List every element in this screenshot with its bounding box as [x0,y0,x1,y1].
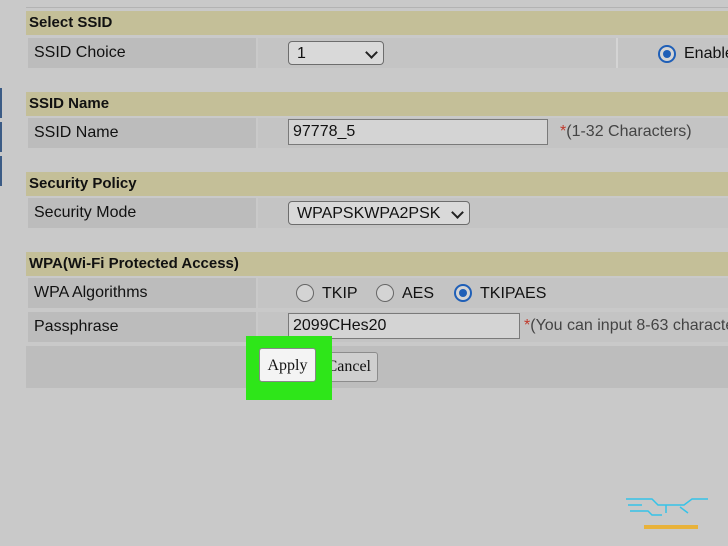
row-ssid-choice: SSID Choice 1 Enable [26,38,728,70]
section-header-wpa: WPA(Wi-Fi Protected Access) [26,252,728,276]
tkipaes-label: TKIPAES [480,285,547,302]
logo-icon [626,498,708,529]
ssid-name-hint: *(1-32 Characters) [560,118,692,146]
security-mode-select[interactable]: WPAPSKWPA2PSK [288,201,470,225]
aes-radio[interactable] [376,284,394,302]
top-divider [26,0,728,8]
ssid-choice-value: 1 [297,45,306,62]
enable-label: Enable [684,45,728,62]
security-mode-label: Security Mode [28,198,256,228]
tkip-radio[interactable] [296,284,314,302]
left-border-accent [0,156,2,186]
row-wpa-algorithms: WPA Algorithms TKIP AES TKIPAES [26,278,728,310]
ssid-choice-select[interactable]: 1 [288,41,384,65]
ssid-name-input[interactable]: 97778_5 [288,119,548,145]
left-border-accent [0,88,2,118]
row-passphrase: Passphrase 2099CHes20 *(You can input 8-… [26,312,728,344]
tkip-label: TKIP [322,285,358,302]
tkipaes-radio[interactable] [454,284,472,302]
ssid-name-cell: 97778_5 *(1-32 Characters) [258,118,728,148]
ssid-name-label: SSID Name [28,118,256,148]
wpa-algorithms-cell: TKIP AES TKIPAES [258,278,728,308]
ssid-choice-cell: 1 Enable [258,38,728,68]
security-mode-cell: WPAPSKWPA2PSK [258,198,728,228]
ssid-name-hint-text: (1-32 Characters) [566,123,692,140]
passphrase-label: Passphrase [28,312,256,342]
ssid-choice-label: SSID Choice [28,38,256,68]
passphrase-hint: *(You can input 8-63 characters) [524,312,728,340]
row-ssid-name: SSID Name 97778_5 *(1-32 Characters) [26,118,728,150]
apply-button[interactable]: Apply [259,348,316,382]
section-header-security-policy: Security Policy [26,172,728,196]
security-mode-value: WPAPSKWPA2PSK [297,205,441,222]
enable-radio[interactable] [658,45,676,63]
section-header-ssid-name: SSID Name [26,92,728,116]
chevron-down-icon [451,206,464,219]
row-security-mode: Security Mode WPAPSKWPA2PSK [26,198,728,230]
passphrase-hint-text: (You can input 8-63 characters) [530,317,728,334]
chevron-down-icon [365,46,378,59]
section-header-select-ssid: Select SSID [26,11,728,35]
aes-label: AES [402,285,435,302]
wpa-algorithms-label: WPA Algorithms [28,278,256,308]
left-border-accent [0,122,2,152]
